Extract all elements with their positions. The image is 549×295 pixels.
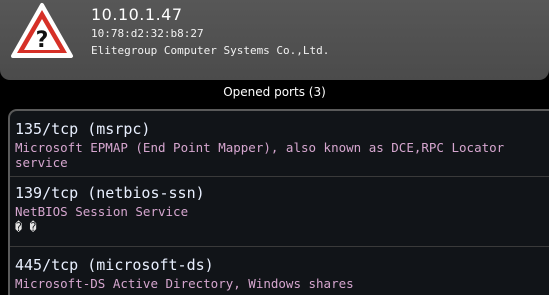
host-vendor: Elitegroup Computer Systems Co.,Ltd. — [91, 44, 330, 57]
port-item-135[interactable]: 135/tcp (msrpc) Microsoft EPMAP (End Poi… — [15, 120, 545, 170]
port-item-139[interactable]: 139/tcp (netbios-ssn) NetBIOS Session Se… — [15, 184, 545, 235]
host-header: ? 10.10.1.47 10:78:d2:32:b8:27 Elitegrou… — [0, 0, 549, 80]
port-list[interactable]: 135/tcp (msrpc) Microsoft EPMAP (End Poi… — [8, 109, 549, 295]
port-item-445[interactable]: 445/tcp (microsoft-ds) Microsoft-DS Acti… — [15, 256, 545, 291]
warning-question-icon: ? — [11, 3, 73, 58]
opened-ports-title: Opened ports (3) — [223, 85, 326, 99]
port-description: Microsoft-DS Active Directory, Windows s… — [15, 276, 354, 291]
port-title: 445/tcp (microsoft-ds) — [15, 256, 214, 274]
port-title: 135/tcp (msrpc) — [15, 120, 151, 138]
host-ip: 10.10.1.47 — [91, 5, 183, 24]
port-title: 139/tcp (netbios-ssn) — [15, 184, 205, 202]
port-description: NetBIOS Session Service — [15, 204, 189, 219]
port-extra-info: � � — [15, 220, 37, 234]
svg-text:?: ? — [36, 28, 49, 53]
host-mac: 10:78:d2:32:b8:27 — [91, 27, 204, 40]
divider — [10, 176, 549, 177]
divider — [10, 246, 549, 247]
port-description: Microsoft EPMAP (End Point Mapper), also… — [15, 140, 505, 170]
